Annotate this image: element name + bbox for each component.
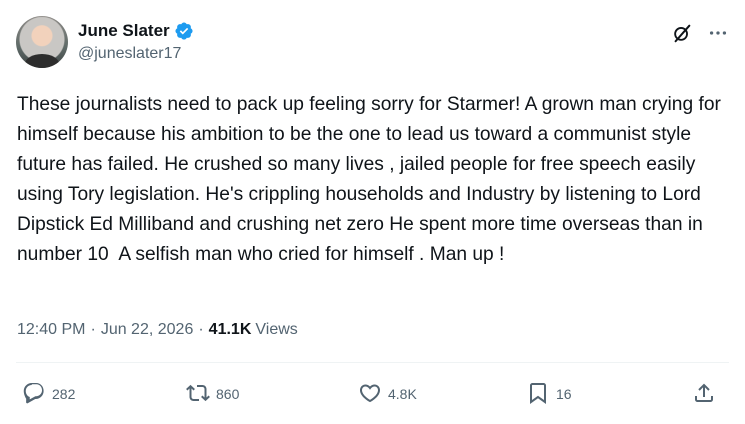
handle[interactable]: @juneslater17: [78, 45, 194, 65]
display-name[interactable]: June Slater: [78, 21, 170, 41]
tweet-text: These journalists need to pack up feelin…: [17, 94, 727, 265]
tweet-date[interactable]: Jun 22, 2026: [101, 321, 194, 339]
name-row: June Slater: [78, 20, 194, 42]
meta-separator: ·: [198, 321, 204, 338]
meta-separator: ·: [90, 321, 96, 338]
views-label: Views: [255, 321, 298, 338]
repost-count: 860: [216, 386, 240, 402]
reply-button[interactable]: 282: [22, 378, 75, 410]
tweet-header: June Slater @juneslater17: [16, 16, 729, 72]
share-button[interactable]: [692, 378, 716, 410]
tweet-meta: 12:40 PM · Jun 22, 2026 · 41.1K Views: [17, 318, 298, 342]
views-count[interactable]: 41.1K: [209, 321, 252, 339]
share-icon: [692, 381, 716, 408]
action-bar: 282 860 4.8K 16: [16, 378, 729, 410]
heart-icon: [358, 381, 382, 408]
like-button[interactable]: 4.8K: [358, 378, 417, 410]
repost-button[interactable]: 860: [186, 378, 239, 410]
author-block: June Slater @juneslater17: [78, 20, 194, 65]
verified-badge-icon: [174, 21, 194, 41]
grok-icon[interactable]: [671, 22, 693, 44]
repost-icon: [186, 381, 210, 408]
header-actions: [671, 22, 729, 44]
more-icon[interactable]: [707, 22, 729, 44]
divider: [16, 362, 729, 363]
like-count: 4.8K: [388, 386, 417, 402]
bookmark-icon: [526, 381, 550, 408]
bookmark-button[interactable]: 16: [526, 378, 572, 410]
tweet-time[interactable]: 12:40 PM: [17, 321, 85, 339]
bookmark-count: 16: [556, 386, 572, 402]
avatar[interactable]: [16, 16, 68, 68]
reply-count: 282: [52, 386, 76, 402]
tweet-card: June Slater @juneslater17 These journali…: [0, 0, 745, 424]
reply-icon: [22, 381, 46, 408]
